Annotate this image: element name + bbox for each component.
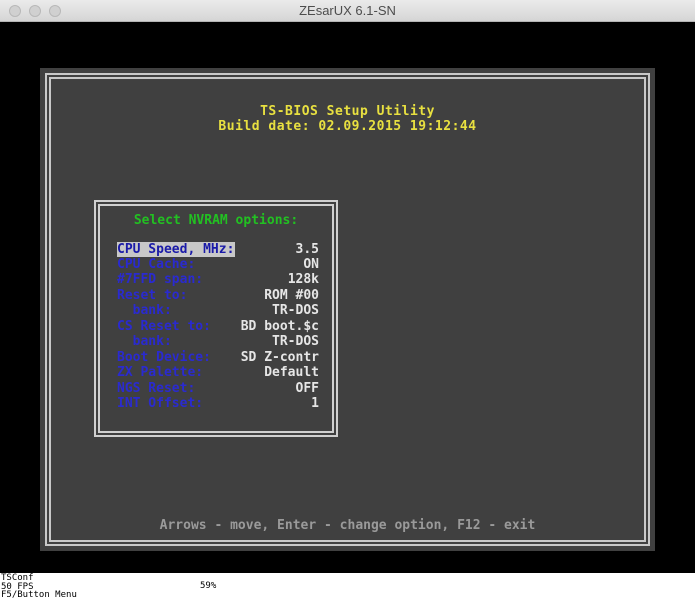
cpu-percent: 59% (200, 581, 217, 591)
option-row-reset-to[interactable]: Reset to: ROM #00 (117, 288, 319, 303)
option-row-boot-device[interactable]: Boot Device: SD Z-contr (117, 350, 319, 365)
emulator-window: ZEsarUX 6.1-SN TS-BIOS Setup Utility Bui… (0, 0, 695, 600)
option-row-cpu-cache[interactable]: CPU Cache: ON (117, 257, 319, 272)
option-label: bank: (117, 334, 172, 349)
option-row-ngs-reset[interactable]: NGS Reset: OFF (117, 381, 319, 396)
title-bar: ZEsarUX 6.1-SN (0, 0, 695, 22)
option-value: 128k (287, 272, 319, 287)
option-value: SD Z-contr (240, 350, 319, 365)
option-value: TR-DOS (272, 303, 319, 318)
option-label: CS Reset to: (117, 319, 211, 334)
option-value: 1 (311, 396, 319, 411)
nvram-panel-title: Select NVRAM options: (133, 213, 299, 228)
option-value: Default (264, 365, 319, 380)
option-label: #7FFD span: (117, 272, 204, 287)
option-value: BD boot.$c (240, 319, 319, 334)
option-row-zx-palette[interactable]: ZX Palette: Default (117, 365, 319, 380)
window-title: ZEsarUX 6.1-SN (299, 3, 396, 18)
option-label: CPU Speed, MHz: (117, 242, 236, 257)
option-value: ROM #00 (264, 288, 319, 303)
bios-key-help: Arrows - move, Enter - change option, F1… (159, 518, 536, 533)
option-label: bank: (117, 303, 172, 318)
nvram-options-panel: Select NVRAM options: CPU Speed, MHz: 3.… (94, 200, 338, 437)
option-label: NGS Reset: (117, 381, 196, 396)
option-value: ON (303, 257, 319, 272)
option-row-cs-reset-to[interactable]: CS Reset to: BD boot.$c (117, 319, 319, 334)
bios-build-date: Build date: 02.09.2015 19:12:44 (218, 119, 477, 134)
emulator-screen[interactable]: TS-BIOS Setup Utility Build date: 02.09.… (0, 22, 695, 573)
option-label: CPU Cache: (117, 257, 196, 272)
bios-setup-screen: TS-BIOS Setup Utility Build date: 02.09.… (40, 68, 655, 551)
option-value: TR-DOS (272, 334, 319, 349)
option-row-cpu-speed[interactable]: CPU Speed, MHz: 3.5 (117, 242, 319, 257)
option-label: ZX Palette: (117, 365, 204, 380)
option-row-cs-reset-bank[interactable]: bank: TR-DOS (117, 334, 319, 349)
option-row-reset-bank[interactable]: bank: TR-DOS (117, 303, 319, 318)
emulator-status-bar: TSConf 50 FPS 59% F5/Button Menu (0, 573, 695, 600)
option-row-7ffd-span[interactable]: #7FFD span: 128k (117, 272, 319, 287)
option-label: INT Offset: (117, 396, 204, 411)
bios-title: TS-BIOS Setup Utility (260, 104, 435, 119)
option-row-int-offset[interactable]: INT Offset: 1 (117, 396, 319, 411)
option-label: Boot Device: (117, 350, 211, 365)
option-value: 3.5 (295, 242, 319, 257)
option-value: OFF (295, 381, 319, 396)
option-label: Reset to: (117, 288, 188, 303)
menu-hint[interactable]: F5/Button Menu (1, 591, 77, 600)
